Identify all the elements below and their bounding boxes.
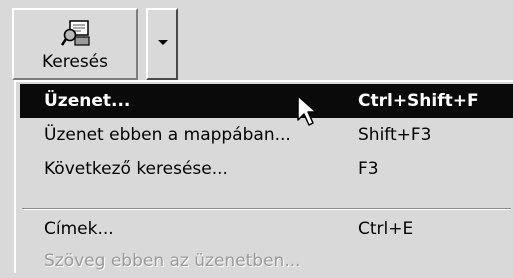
menu-item-message[interactable]: Üzenet... Ctrl+Shift+F xyxy=(20,84,513,118)
menu-item-message-in-folder[interactable]: Üzenet ebben a mappában... Shift+F3 xyxy=(20,118,513,152)
search-button[interactable]: Keresés xyxy=(12,8,138,80)
menu-item-shortcut: F3 xyxy=(358,159,379,179)
menu-item-label: Üzenet ebben a mappában... xyxy=(44,125,291,145)
menu-item-shortcut: Ctrl+E xyxy=(358,219,414,239)
menu-item-label: Következő keresése... xyxy=(44,159,228,179)
search-dropdown-button[interactable] xyxy=(146,8,178,80)
menu-item-label: Szöveg ebben az üzenetben... xyxy=(44,251,301,271)
menu-item-shortcut: Shift+F3 xyxy=(358,125,432,145)
menu-item-shortcut: Ctrl+Shift+F xyxy=(358,91,479,111)
search-menu: Üzenet... Ctrl+Shift+F Üzenet ebben a ma… xyxy=(14,80,513,273)
chevron-down-icon xyxy=(158,40,168,45)
search-button-label: Keresés xyxy=(41,52,108,72)
menu-separator xyxy=(22,208,511,210)
find-message-icon xyxy=(61,20,90,46)
menu-item-find-next[interactable]: Következő keresése... F3 xyxy=(20,152,513,186)
menu-item-label: Üzenet... xyxy=(44,91,131,111)
menu-item-label: Címek... xyxy=(44,219,114,239)
mouse-pointer-icon xyxy=(297,95,317,126)
menu-item-addresses[interactable]: Címek... Ctrl+E xyxy=(20,212,513,246)
search-split-button: Keresés xyxy=(12,8,182,82)
